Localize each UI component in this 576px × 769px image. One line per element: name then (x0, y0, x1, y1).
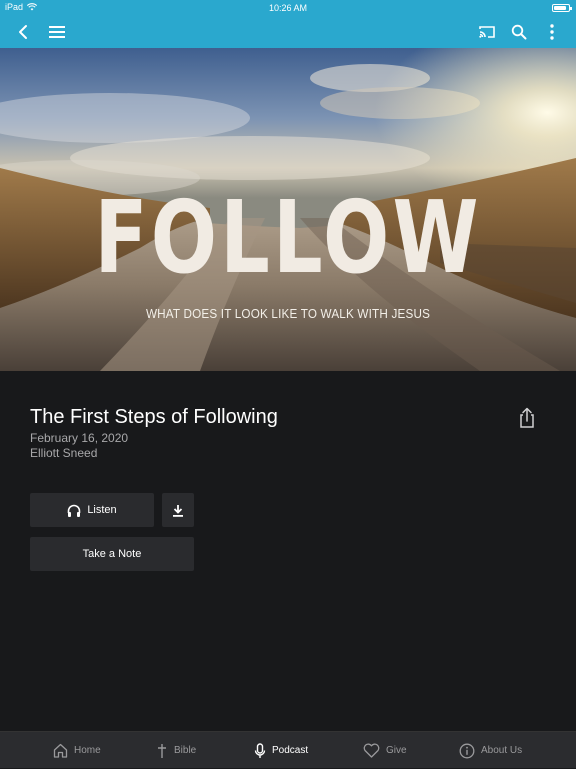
search-button[interactable] (507, 20, 531, 44)
tab-podcast-label: Podcast (272, 745, 309, 756)
tab-bible-label: Bible (174, 745, 197, 756)
cast-button[interactable] (475, 20, 499, 44)
tab-home-label: Home (74, 745, 101, 756)
series-subtitle: WHAT DOES IT LOOK LIKE TO WALK WITH JESU… (145, 306, 431, 321)
bottom-tab-bar: Home Bible Podcast Give About Us (0, 731, 576, 768)
download-button[interactable] (162, 493, 194, 527)
share-icon (520, 407, 534, 428)
battery-fill (554, 6, 566, 10)
microphone-icon (254, 742, 266, 758)
tab-podcast[interactable]: Podcast (254, 732, 308, 769)
take-note-button[interactable]: Take a Note (30, 537, 194, 571)
tab-give-label: Give (386, 745, 407, 756)
tab-about-us-label: About Us (481, 745, 523, 756)
status-bar: iPad 10:26 AM (0, 0, 576, 16)
headphones-icon (68, 504, 81, 517)
more-options-button[interactable] (540, 20, 564, 44)
sermon-date: February 16, 2020 (30, 431, 129, 445)
more-vertical-icon (550, 24, 554, 40)
status-time: 10:26 AM (268, 3, 308, 13)
series-title: FOLLOW (94, 179, 482, 296)
search-icon (511, 24, 527, 40)
menu-button[interactable] (45, 20, 69, 44)
top-nav-bar (0, 16, 576, 48)
chevron-left-icon (19, 25, 27, 39)
share-button[interactable] (517, 407, 537, 429)
tab-home[interactable]: Home (53, 732, 101, 769)
tab-give[interactable]: Give (363, 732, 407, 769)
back-button[interactable] (11, 20, 35, 44)
tab-about-us[interactable]: About Us (459, 732, 522, 769)
sermon-detail: The First Steps of Following February 16… (0, 371, 576, 731)
cross-icon (158, 743, 166, 758)
heart-icon (363, 743, 380, 758)
listen-button[interactable]: Listen (30, 493, 154, 527)
take-note-label: Take a Note (82, 548, 142, 560)
hamburger-menu-icon (49, 26, 65, 38)
sermon-series-artwork: FOLLOW WHAT DOES IT LOOK LIKE TO WALK WI… (0, 48, 576, 371)
battery-icon (552, 4, 572, 12)
cast-icon (479, 26, 495, 38)
home-icon (53, 743, 68, 758)
download-icon (173, 504, 183, 517)
sermon-title: The First Steps of Following (30, 406, 278, 428)
tab-bible[interactable]: Bible (156, 732, 196, 769)
listen-label: Listen (87, 504, 117, 516)
sermon-speaker: Elliott Sneed (30, 446, 98, 460)
info-icon (459, 743, 475, 758)
